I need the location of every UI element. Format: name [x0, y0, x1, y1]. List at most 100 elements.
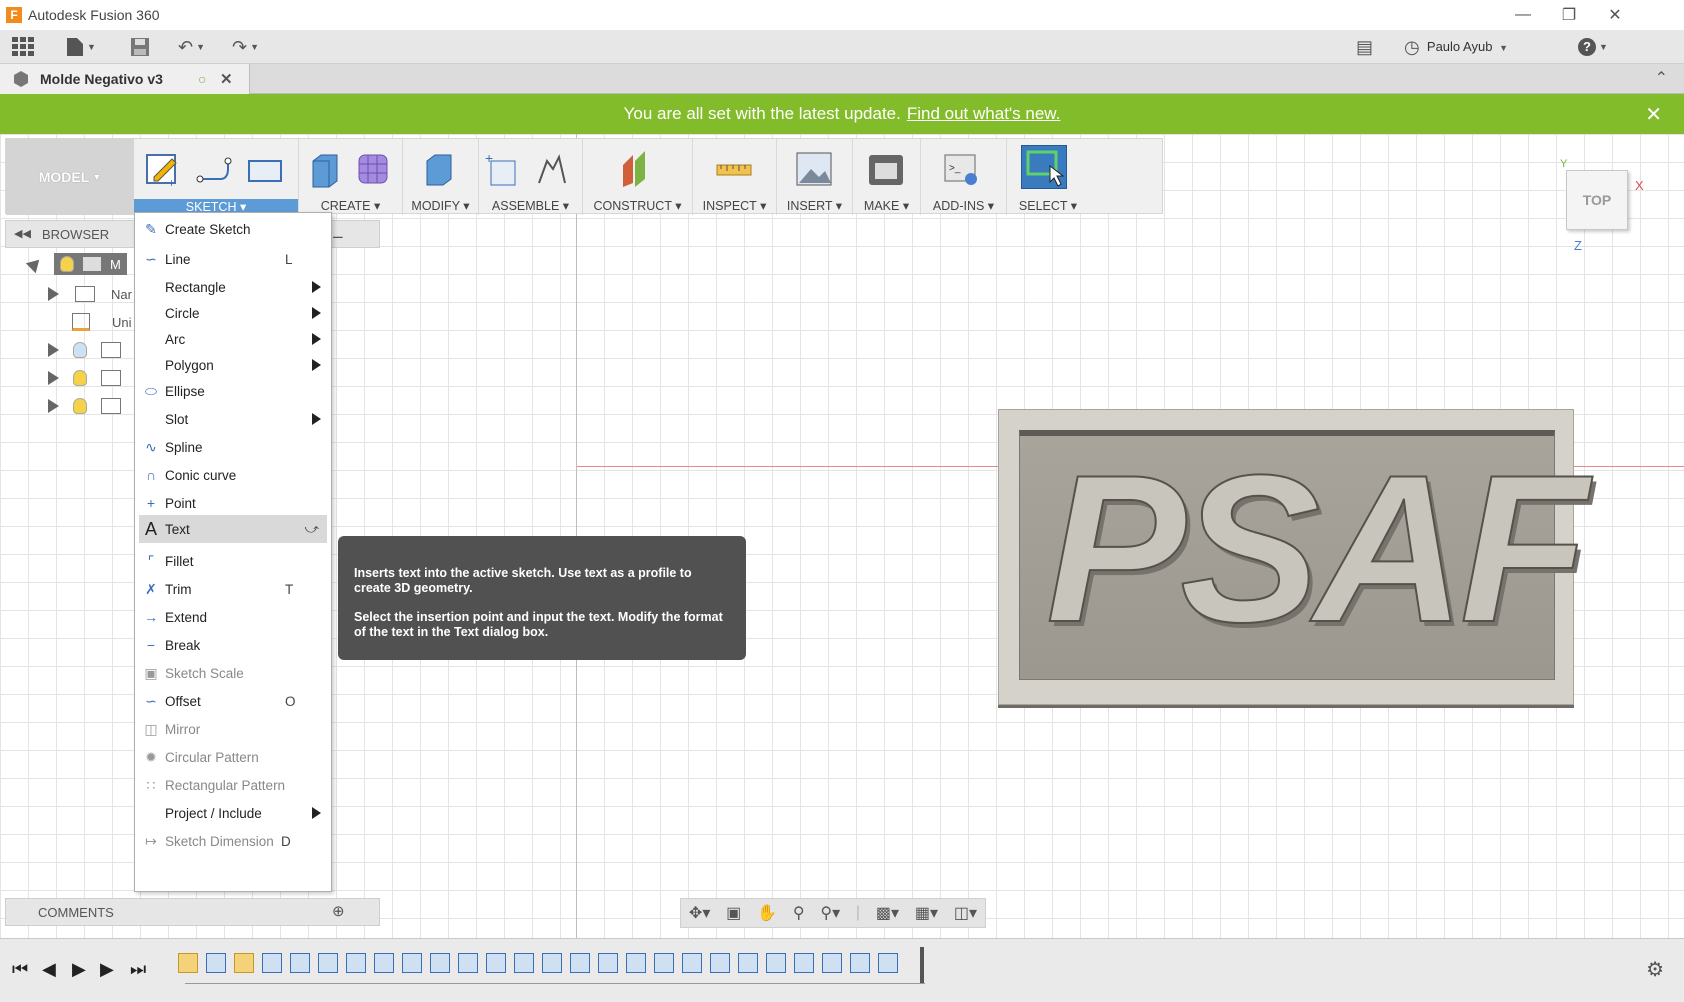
restore-button[interactable]: ❐ — [1546, 0, 1592, 30]
timeline-feature[interactable] — [346, 953, 366, 973]
timeline-feature[interactable] — [850, 953, 870, 973]
orbit-icon[interactable]: ✥▾ — [689, 903, 710, 923]
go-to-start-icon[interactable]: ⏮ — [12, 959, 28, 980]
expand-triangle-icon[interactable] — [48, 343, 59, 357]
step-back-icon[interactable]: ◀ — [42, 959, 56, 980]
timeline-feature[interactable] — [766, 953, 786, 973]
expand-triangle-icon[interactable] — [48, 287, 59, 301]
menu-item-text[interactable]: A Text ⤻ — [139, 515, 327, 543]
menu-item-slot[interactable]: Slot — [135, 405, 331, 433]
sketch-group[interactable]: + SKETCH ▾ — [134, 139, 299, 215]
select-group[interactable]: SELECT ▾ — [1007, 139, 1089, 215]
menu-item-offset[interactable]: ∽ Offset O — [135, 687, 331, 715]
collapse-browser-icon[interactable]: ◀◀ — [14, 227, 31, 240]
redo-button[interactable]: ↷ ▼ — [232, 35, 259, 59]
user-menu[interactable]: Paulo Ayub ▼ — [1427, 39, 1508, 54]
timeline-extrude-feature[interactable] — [206, 953, 226, 973]
timeline-sketch-feature[interactable] — [178, 953, 198, 973]
timeline-feature[interactable] — [542, 953, 562, 973]
view-cube[interactable]: TOP — [1566, 170, 1628, 230]
expand-triangle-icon[interactable] — [48, 399, 59, 413]
menu-item-spline[interactable]: ∿ Spline — [135, 433, 331, 461]
browser-minimize-icon[interactable]: ⚊ — [332, 226, 344, 242]
workspace-switcher[interactable]: MODEL ▼ — [6, 139, 134, 215]
timeline-feature[interactable] — [514, 953, 534, 973]
file-menu-button[interactable]: ▼ — [66, 35, 96, 59]
timeline-feature[interactable] — [486, 953, 506, 973]
history-button[interactable]: ◷ — [1404, 35, 1420, 59]
assemble-group[interactable]: + ASSEMBLE ▾ — [479, 139, 583, 215]
timeline-marker[interactable] — [920, 947, 924, 983]
timeline-feature[interactable] — [318, 953, 338, 973]
tree-root-row[interactable]: M — [25, 252, 127, 276]
timeline-feature[interactable] — [710, 953, 730, 973]
timeline-feature[interactable] — [402, 953, 422, 973]
menu-item-sketch-dimension[interactable]: ↦ Sketch Dimension D — [135, 827, 331, 855]
timeline-feature[interactable] — [598, 953, 618, 973]
construct-group[interactable]: CONSTRUCT ▾ — [583, 139, 693, 215]
close-tab-icon[interactable]: ✕ — [220, 70, 233, 88]
menu-item-circle[interactable]: Circle — [135, 299, 331, 327]
close-window-button[interactable]: ✕ — [1592, 0, 1638, 30]
tree-row-units[interactable]: Uni — [72, 310, 132, 334]
document-tab[interactable]: Molde Negativo v3 ○ ✕ — [0, 64, 250, 94]
visibility-bulb-icon[interactable] — [73, 342, 87, 358]
timeline-feature[interactable] — [822, 953, 842, 973]
timeline-feature[interactable] — [794, 953, 814, 973]
grid-settings-icon[interactable]: ▦▾ — [915, 903, 938, 923]
make-group[interactable]: MAKE ▾ — [853, 139, 921, 215]
pan-icon[interactable]: ✋ — [757, 903, 777, 923]
banner-close-icon[interactable]: ✕ — [1645, 102, 1662, 127]
whats-new-link[interactable]: Find out what's new. — [907, 104, 1061, 124]
menu-item-sketch-scale[interactable]: ▣ Sketch Scale — [135, 659, 331, 687]
menu-item-break[interactable]: − Break — [135, 631, 331, 659]
menu-item-arc[interactable]: Arc — [135, 325, 331, 353]
addins-group[interactable]: >_ ADD-INS ▾ — [921, 139, 1007, 215]
menu-item-polygon[interactable]: Polygon — [135, 351, 331, 379]
collapse-chevron-icon[interactable]: ⌃ — [1655, 68, 1668, 88]
inspect-group[interactable]: INSPECT ▾ — [693, 139, 777, 215]
settings-gear-icon[interactable]: ⚙ — [1646, 957, 1664, 982]
modify-group[interactable]: MODIFY ▾ — [403, 139, 479, 215]
menu-item-rectangular-pattern[interactable]: ∷ Rectangular Pattern — [135, 771, 331, 799]
tree-row-bodies[interactable] — [48, 366, 129, 390]
tree-row-named-views[interactable]: Nar — [48, 282, 132, 306]
fit-icon[interactable]: ⚲▾ — [820, 903, 840, 923]
timeline-feature[interactable] — [374, 953, 394, 973]
save-button[interactable] — [130, 35, 150, 59]
menu-item-fillet[interactable]: ⌜ Fillet — [135, 547, 331, 575]
create-group[interactable]: CREATE ▾ — [299, 139, 403, 215]
comments-panel-header[interactable]: COMMENTS ⊕ — [5, 898, 380, 926]
tree-row-sketches[interactable] — [48, 394, 129, 418]
visibility-bulb-icon[interactable] — [60, 256, 74, 272]
timeline-feature[interactable] — [570, 953, 590, 973]
timeline-feature[interactable] — [430, 953, 450, 973]
timeline-feature[interactable] — [290, 953, 310, 973]
timeline-feature[interactable] — [878, 953, 898, 973]
minimize-button[interactable]: — — [1500, 0, 1546, 30]
expand-triangle-icon[interactable] — [48, 371, 59, 385]
step-forward-icon[interactable]: ▶ — [100, 959, 114, 980]
add-comment-icon[interactable]: ⊕ — [332, 902, 345, 920]
zoom-icon[interactable]: ⚲ — [793, 903, 805, 923]
go-to-end-icon[interactable]: ⏭ — [130, 959, 146, 980]
select-tool-button[interactable] — [1021, 145, 1067, 189]
menu-item-rectangle[interactable]: Rectangle — [135, 273, 331, 301]
timeline-sketch-feature[interactable] — [234, 953, 254, 973]
menu-item-create-sketch[interactable]: ✎ Create Sketch — [135, 215, 331, 243]
menu-item-line[interactable]: ∽ Line L — [135, 245, 331, 273]
undo-button[interactable]: ↶ ▼ — [178, 35, 205, 59]
viewports-icon[interactable]: ◫▾ — [954, 903, 977, 923]
menu-item-ellipse[interactable]: ⬭ Ellipse — [135, 377, 331, 405]
help-button[interactable]: ? ▼ — [1578, 35, 1608, 59]
menu-item-project-include[interactable]: Project / Include — [135, 799, 331, 827]
display-settings-icon[interactable]: ▩▾ — [876, 903, 899, 923]
timeline-feature[interactable] — [738, 953, 758, 973]
tree-row-origin[interactable] — [48, 338, 129, 362]
timeline-extrude-feature[interactable] — [262, 953, 282, 973]
menu-item-conic-curve[interactable]: ∩ Conic curve — [135, 461, 331, 489]
menu-item-trim[interactable]: ✗ Trim T — [135, 575, 331, 603]
timeline-feature[interactable] — [682, 953, 702, 973]
menu-item-extend[interactable]: → Extend — [135, 603, 331, 631]
data-panel-grid-icon[interactable] — [12, 35, 34, 59]
